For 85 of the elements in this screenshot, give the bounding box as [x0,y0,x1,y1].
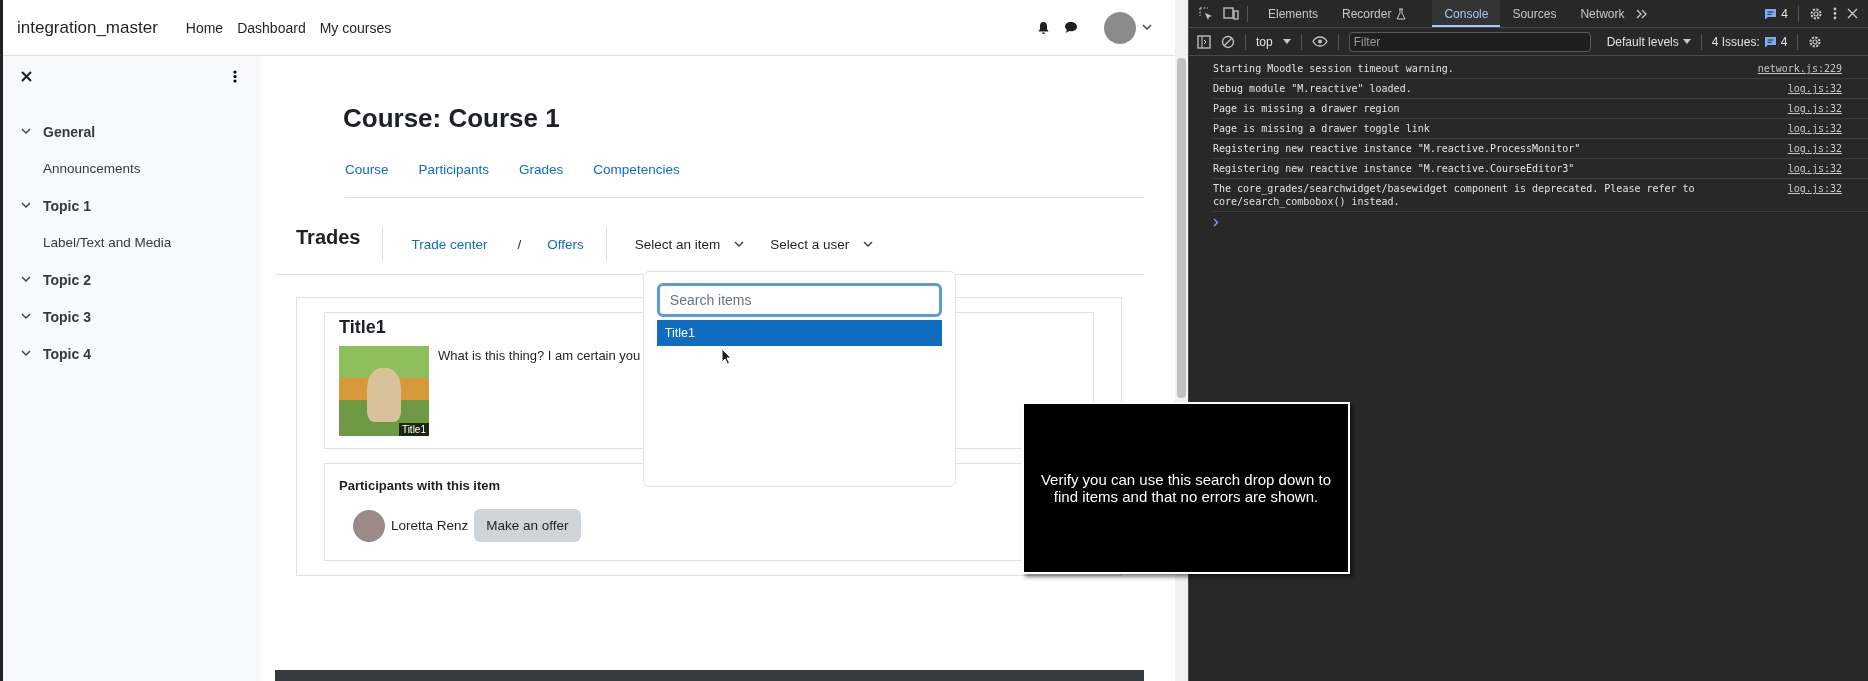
message-icon [1764,7,1778,20]
section-title[interactable]: General [43,123,96,140]
item-title: Title1 [339,317,386,338]
console-message: Page is missing a drawer toggle link [1213,122,1430,135]
chevron-icon [21,276,31,283]
course-nav-link[interactable]: Grades [519,162,564,177]
breadcrumb-separator: / [517,236,522,252]
sidebar-toggle-icon[interactable] [1197,34,1211,49]
settings-icon[interactable] [1808,34,1823,49]
trades-heading: Trades [296,226,361,249]
dropdown-triangle-icon [1282,38,1291,45]
source-link[interactable]: log.js:32 [1787,82,1842,95]
select-dropdown[interactable]: Select an item [634,236,745,252]
participants-heading: Participants with this item [339,478,501,493]
nav-link[interactable]: Dashboard [237,19,306,36]
bell-icon[interactable] [1037,20,1050,35]
nav-link[interactable]: Home [185,19,224,36]
console-message: Registering new reactive instance "M.reactive.ProcessMonitor" [1213,142,1581,155]
offers-link[interactable]: Offers [547,236,584,252]
caret-icon [863,240,874,248]
nav-link[interactable]: My courses [319,19,392,36]
context-selector[interactable]: top [1256,34,1291,49]
source-link[interactable]: log.js:32 [1787,162,1842,175]
devtools-tab[interactable]: Console [1432,0,1501,27]
section-title[interactable]: Topic 4 [43,345,91,362]
console-message: Debug module "M.reactive" loaded. [1213,82,1412,95]
settings-icon[interactable] [1809,6,1823,21]
source-link[interactable]: log.js:32 [1787,182,1842,208]
devtools-tab[interactable]: Elements [1256,0,1331,27]
kebab-menu-icon[interactable] [233,70,237,83]
devtools-tab[interactable]: Sources [1500,0,1569,27]
clear-console-icon[interactable] [1221,34,1235,49]
course-nav-link[interactable]: Course [345,162,389,177]
user-avatar [353,509,385,542]
messages-count[interactable]: 4 [1764,6,1788,21]
participant-name: Loretta Renz [391,518,469,533]
kebab-menu-icon[interactable] [1833,7,1837,20]
activity-link[interactable]: Announcements [43,161,141,176]
dropdown-triangle-icon [1682,38,1691,45]
chevron-icon [21,313,31,320]
section-title[interactable]: Topic 1 [43,197,91,214]
source-link[interactable]: network.js:229 [1757,62,1842,75]
source-link[interactable]: log.js:32 [1787,142,1842,155]
select-dropdown[interactable]: Select a user [770,236,874,252]
console-message: Registering new reactive instance "M.reactive.CourseEditor3" [1213,162,1575,175]
caret-icon [734,240,745,248]
flask-icon [1396,7,1407,20]
course-nav-link[interactable]: Competencies [593,162,680,177]
site-name[interactable]: integration_master [17,17,158,38]
more-tabs-icon[interactable] [1636,8,1649,19]
source-link[interactable]: log.js:32 [1787,102,1842,115]
activity-link[interactable]: Label/Text and Media [43,235,172,250]
mouse-pointer-icon [720,347,732,365]
close-icon[interactable] [21,71,32,82]
eye-icon[interactable] [1311,36,1328,47]
message-icon [1763,35,1777,48]
trade-center-link[interactable]: Trade center [411,236,488,252]
chevron-icon [21,350,31,357]
filter-field[interactable]: Filter [1348,31,1591,52]
user-avatar[interactable] [1104,11,1136,44]
prompt-chevron-icon[interactable] [1213,218,1219,227]
make-offer-button[interactable]: Make an offer [474,509,581,542]
console-message: Starting Moodle session timeout warning. [1213,62,1454,75]
dropdown-option[interactable]: Title1 [656,319,942,346]
inspect-icon[interactable] [1199,6,1213,21]
console-message: The core_grades/searchwidget/basewidget component is deprecated. Please refer to core/search_combobox() instead. [1213,182,1696,208]
chevron-icon [21,128,31,135]
section-title[interactable]: Topic 3 [43,308,91,325]
instruction-tooltip: Verify you can use this search drop down to find items and that no errors are shown. [1022,402,1350,574]
chat-bubble-icon[interactable] [1064,21,1078,34]
log-levels-dropdown[interactable]: Default levels [1606,34,1691,49]
devtools-tab[interactable]: Recorder [1330,0,1419,27]
image-caption: Title1 [398,423,429,436]
chevron-icon [21,202,31,209]
section-title[interactable]: Topic 2 [43,271,91,288]
course-nav-link[interactable]: Participants [418,162,490,177]
devtools-tab[interactable]: Network [1568,0,1637,27]
device-toolbar-icon[interactable] [1223,7,1239,20]
issues-counter[interactable]: 4 Issues: 4 [1711,34,1788,49]
source-link[interactable]: log.js:32 [1787,122,1842,135]
search-field[interactable]: Search items [656,282,942,317]
item-description: What is this thing? I am certain you [438,348,641,365]
course-title: Course: Course 1 [343,103,561,134]
caret-icon [1142,24,1152,31]
console-message: Page is missing a drawer region [1213,102,1400,115]
